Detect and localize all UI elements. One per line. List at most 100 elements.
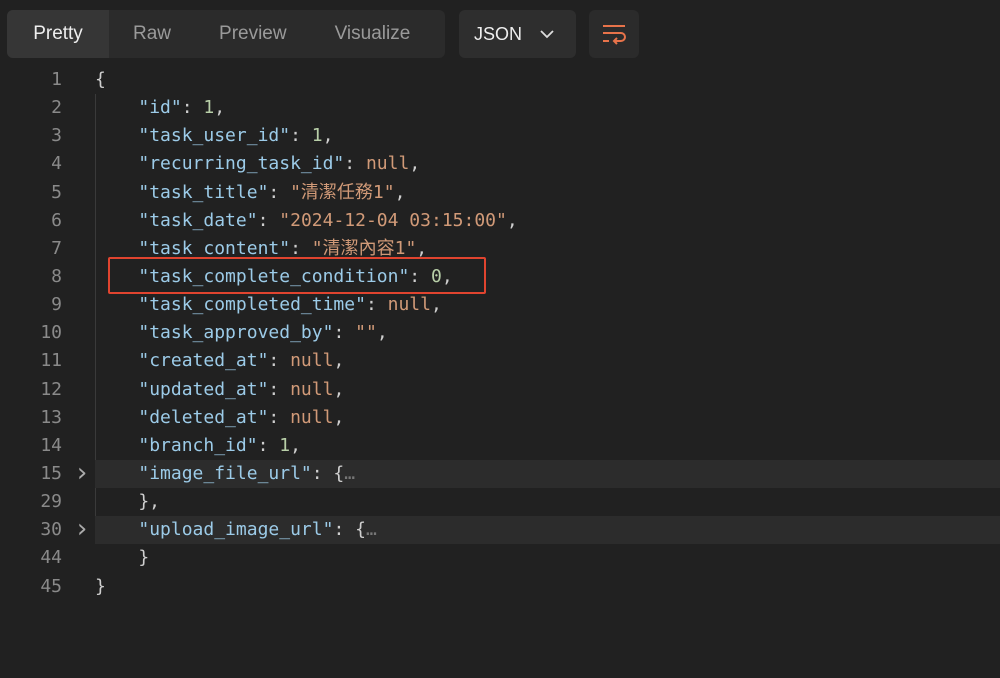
code-line: 13 "deleted_at": null, [0, 404, 1000, 432]
code-text: "deleted_at": null, [95, 404, 344, 432]
code-text: }, [95, 488, 160, 516]
line-number: 11 [40, 350, 62, 372]
code-token: "deleted_at" [138, 406, 269, 428]
code-text: "id": 1, [95, 94, 225, 122]
line-number: 4 [51, 153, 62, 175]
line-number: 45 [40, 575, 62, 597]
code-token: "task_date" [138, 209, 258, 231]
code-token: , [506, 209, 518, 231]
code-token: , [322, 125, 334, 147]
code-token: : [268, 406, 291, 428]
code-token: "created_at" [138, 350, 269, 372]
code-token: "task_user_id" [138, 125, 291, 147]
code-text: "branch_id": 1, [95, 432, 301, 460]
code-line: 6 "task_date": "2024-12-04 03:15:00", [0, 207, 1000, 235]
wrap-lines-button[interactable] [589, 10, 639, 58]
line-number: 3 [51, 125, 62, 147]
code-text: { [95, 66, 106, 94]
code-text: "task_date": "2024-12-04 03:15:00", [95, 207, 518, 235]
code-token: null [290, 406, 334, 428]
line-number: 2 [51, 97, 62, 119]
response-view-tabs: Pretty Raw Preview Visualize [7, 10, 445, 58]
code-token: : [365, 294, 388, 316]
line-number: 9 [51, 294, 62, 316]
code-token: "task_completed_time" [138, 294, 366, 316]
code-text: "recurring_task_id": null, [95, 150, 420, 178]
code-token: 1 [203, 97, 215, 119]
json-code-viewer[interactable]: 1{2 "id": 1, 3 "task_user_id": 1, 4 "recur… [0, 66, 1000, 601]
code-token: "image_file_url" [138, 462, 312, 484]
code-token: }, [95, 491, 161, 513]
code-token: , [214, 97, 226, 119]
code-text: "updated_at": null, [95, 376, 344, 404]
tab-preview[interactable]: Preview [195, 10, 311, 58]
code-token: : [268, 378, 291, 400]
wrap-lines-icon [603, 25, 626, 45]
tab-visualize[interactable]: Visualize [311, 10, 435, 58]
code-line: 29 }, [0, 488, 1000, 516]
code-text: "created_at": null, [95, 347, 344, 375]
format-dropdown[interactable]: JSON [459, 10, 576, 58]
code-token: } [95, 547, 150, 569]
code-token: , [416, 237, 428, 259]
code-line: 11 "created_at": null, [0, 347, 1000, 375]
code-token: "branch_id" [138, 434, 258, 456]
tab-pretty[interactable]: Pretty [7, 10, 109, 58]
line-number: 44 [40, 547, 62, 569]
chevron-right-icon[interactable]: › [74, 516, 90, 542]
code-token: "2024-12-04 03:15:00" [279, 209, 507, 231]
code-token: : [257, 209, 280, 231]
code-token: : { [333, 519, 366, 541]
code-token: "task_title" [138, 181, 269, 203]
line-number: 7 [51, 237, 62, 259]
line-number: 12 [40, 378, 62, 400]
code-token: "清潔任務1" [290, 181, 395, 203]
code-token: : [257, 434, 280, 456]
code-text: "task_title": "清潔任務1", [95, 179, 405, 207]
line-number: 8 [51, 265, 62, 287]
code-token: , [376, 322, 388, 344]
code-token: null [290, 350, 334, 372]
code-token: , [333, 378, 345, 400]
code-token: : [333, 322, 356, 344]
line-number: 6 [51, 209, 62, 231]
code-token: , [333, 406, 345, 428]
code-line: 12 "updated_at": null, [0, 376, 1000, 404]
code-token: null [290, 378, 334, 400]
code-text: } [95, 573, 106, 601]
line-number: 15 [40, 462, 62, 484]
code-token: 1 [279, 434, 291, 456]
code-token: , [394, 181, 406, 203]
code-token: { [95, 69, 106, 90]
code-token: … [365, 519, 377, 541]
code-line: 10 "task_approved_by": "", [0, 319, 1000, 347]
code-text: "upload_image_url": {… [95, 516, 377, 544]
code-line: 5 "task_title": "清潔任務1", [0, 179, 1000, 207]
code-token: , [409, 153, 421, 175]
code-token: "" [355, 322, 377, 344]
code-line: 14 "branch_id": 1, [0, 432, 1000, 460]
code-text: "task_completed_time": null, [95, 291, 442, 319]
code-token: : [344, 153, 366, 175]
chevron-right-icon[interactable]: › [74, 460, 90, 486]
code-line: 15 › "image_file_url": {… [0, 459, 1000, 489]
line-number: 29 [40, 491, 62, 513]
code-line: 1{ [0, 66, 1000, 94]
code-line: 30 › "upload_image_url": {… [0, 516, 1000, 545]
code-token: : [290, 125, 312, 147]
code-token: , [430, 294, 442, 316]
code-token: "upload_image_url" [138, 519, 334, 541]
code-text: "task_user_id": 1, [95, 122, 333, 150]
code-text: "task_approved_by": "", [95, 319, 388, 347]
tab-raw[interactable]: Raw [109, 10, 195, 58]
